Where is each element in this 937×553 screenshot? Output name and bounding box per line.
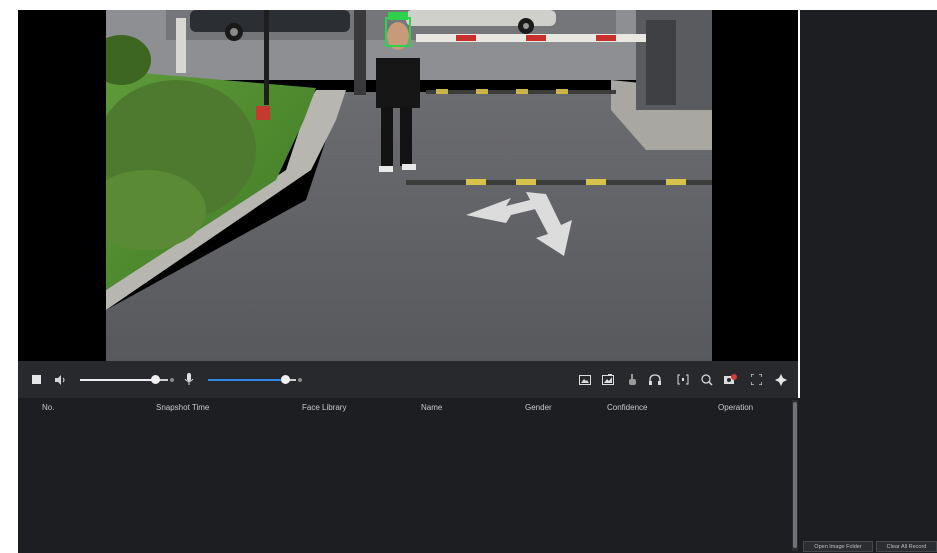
mic-slider-end [298, 378, 302, 382]
record-icon[interactable] [600, 361, 616, 398]
volume-slider-knob[interactable] [150, 375, 160, 384]
live-view-window: No. Snapshot Time Face Library Name Gend… [0, 0, 937, 553]
video-control-bar [18, 361, 798, 398]
table-header: No. Snapshot Time Face Library Name Gend… [18, 398, 790, 420]
mic-volume-slider[interactable] [208, 361, 303, 398]
zoom-icon[interactable] [699, 361, 715, 398]
speaker-icon[interactable] [52, 361, 68, 398]
column-header-snapshot-time[interactable]: Snapshot Time [156, 403, 209, 412]
table-scrollbar-thumb[interactable] [793, 402, 797, 548]
column-header-no[interactable]: No. [42, 403, 54, 412]
volume-slider-track [80, 375, 168, 384]
mic-slider-fill [208, 379, 286, 381]
headset-icon[interactable] [647, 361, 663, 398]
column-header-gender[interactable]: Gender [525, 403, 552, 412]
ptz-icon[interactable] [773, 361, 789, 398]
column-header-confidence[interactable]: Confidence [607, 403, 647, 412]
stop-icon[interactable] [28, 361, 44, 398]
volume-slider[interactable] [80, 361, 175, 398]
volume-slider-end [170, 378, 174, 382]
fisheye-icon[interactable] [722, 361, 738, 398]
street-scene-image [106, 10, 712, 361]
clear-all-record-button[interactable]: Clear All Record [876, 541, 937, 552]
snapshot-icon[interactable] [577, 361, 593, 398]
microphone-icon[interactable] [182, 361, 196, 398]
snapshot-side-panel: Open Image Folder Clear All Record [800, 10, 937, 553]
camera-live-feed[interactable] [106, 10, 712, 361]
crop-icon[interactable] [675, 361, 691, 398]
fullscreen-icon[interactable] [748, 361, 764, 398]
hand-icon[interactable] [625, 361, 639, 398]
mic-slider-knob[interactable] [281, 375, 291, 384]
volume-slider-fill [80, 379, 155, 381]
column-header-name[interactable]: Name [421, 403, 442, 412]
open-image-folder-button[interactable]: Open Image Folder [803, 541, 873, 552]
table-scrollbar[interactable] [792, 400, 798, 551]
column-header-operation[interactable]: Operation [718, 403, 753, 412]
video-pane[interactable] [18, 10, 798, 361]
mic-slider-track [208, 375, 296, 384]
face-snapshot-table: No. Snapshot Time Face Library Name Gend… [18, 398, 800, 553]
column-header-face-library[interactable]: Face Library [302, 403, 346, 412]
